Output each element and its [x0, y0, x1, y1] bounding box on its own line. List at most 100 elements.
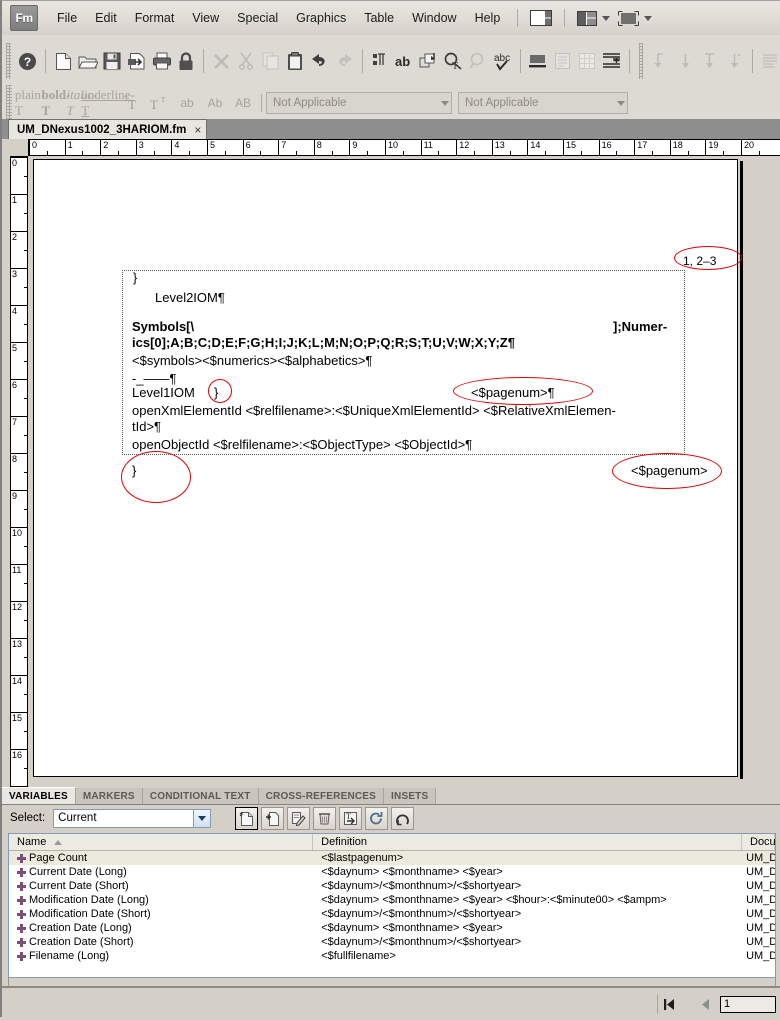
spellcheck-icon[interactable]: abc	[491, 47, 514, 76]
edit-variable-button[interactable]	[287, 806, 311, 830]
variables-table-body[interactable]: Page Count<$lastpagenum>UM_DNCurrent Dat…	[9, 851, 775, 963]
menu-view[interactable]: View	[183, 7, 228, 29]
titlecase-button[interactable]: Ab	[202, 92, 228, 114]
panel-tab-insets[interactable]: INSETS	[384, 788, 437, 804]
column-header-definition[interactable]: Definition	[313, 834, 742, 850]
menu-table[interactable]: Table	[355, 7, 403, 29]
first-page-icon[interactable]	[658, 994, 680, 1014]
undo-icon[interactable]	[308, 47, 331, 76]
chevron-down-icon-paragraph[interactable]	[441, 100, 449, 106]
view-mode-icon[interactable]	[618, 10, 653, 26]
paragraph-designer-icon[interactable]	[368, 47, 391, 76]
doc-line-ics-line[interactable]: ics[0];A;B;C;D;E;F;G;H;I;J;K;L;M;N;O;P;Q…	[132, 335, 515, 350]
print-icon[interactable]	[150, 47, 173, 76]
chevron-down-icon-character[interactable]	[617, 100, 625, 106]
text-frame[interactable]: } Level2IOM¶ Symbols[\ ];Numer-ics[0];A;B;C…	[121, 246, 742, 503]
panel-layout-icon[interactable]	[530, 10, 553, 26]
page-number-input[interactable]: 1	[720, 995, 776, 1013]
cut-scissors-icon[interactable]	[235, 47, 258, 76]
variable-icon[interactable]	[418, 47, 441, 76]
update-variable-button[interactable]	[365, 806, 389, 830]
doc-line-tid[interactable]: tId>¶	[132, 419, 161, 434]
open-folder-icon[interactable]	[77, 47, 100, 76]
text-frame-icon[interactable]	[551, 47, 574, 76]
variables-table[interactable]: Name Definition Docum Page Count <$lastpage…	[8, 833, 776, 978]
doc-line-brace-close2[interactable]: }	[132, 463, 136, 478]
chevron-down-icon-scope[interactable]	[193, 809, 211, 827]
document-tab[interactable]: UM_DNexus1002_3HARIOM.fm ×	[8, 119, 208, 139]
doc-line-pagenum-1[interactable]: <$pagenum>¶	[471, 385, 555, 400]
table-row[interactable]: Modification Date (Short) <$daynum>/<$mon…	[9, 907, 775, 921]
doc-line-openxml[interactable]: openXmlElementId <$relfilename>:<$Unique…	[132, 403, 616, 418]
subscript-button[interactable]: TT	[148, 92, 172, 114]
underline-text-button[interactable]: underline-T	[81, 87, 134, 118]
table-designer-icon[interactable]	[600, 47, 623, 76]
insert-down-1-icon[interactable]	[649, 47, 672, 76]
bold-text-button[interactable]: bold-T	[42, 87, 71, 118]
chevron-down-icon-2[interactable]	[644, 15, 653, 21]
doc-line-symbols-vars[interactable]: <$symbols><$numerics><$alphabetics>¶	[132, 353, 372, 368]
previous-page-icon[interactable]	[694, 994, 716, 1014]
scope-select[interactable]: Current	[53, 808, 212, 828]
insert-down-4-icon[interactable]	[723, 47, 746, 76]
column-header-name[interactable]: Name	[9, 834, 314, 850]
doc-line-symbols-head[interactable]: Symbols[\	[132, 319, 194, 334]
sort-ascending-icon[interactable]	[54, 839, 63, 845]
table-row[interactable]: Current Date (Long) <$daynum> <$monthname…	[9, 865, 775, 879]
vertical-scrollbar[interactable]	[762, 175, 772, 787]
menu-edit[interactable]: Edit	[86, 7, 126, 29]
character-designer-icon[interactable]: ab	[393, 47, 416, 76]
anchored-frame-icon[interactable]	[527, 47, 550, 76]
find-icon[interactable]	[467, 47, 490, 76]
import-icon[interactable]	[126, 47, 149, 76]
panel-tab-variables[interactable]: VARIABLES	[2, 787, 76, 804]
menu-special[interactable]: Special	[228, 7, 287, 29]
plain-text-button[interactable]: plain-T	[15, 87, 45, 118]
formatbar-grip[interactable]	[6, 85, 12, 121]
table-row[interactable]: Filename (Long) <$fullfilename> UM_DN	[9, 949, 775, 963]
paragraph-tag-select[interactable]: Not Applicable	[266, 92, 452, 114]
table-row[interactable]: Current Date (Short) <$daynum>/<$monthnum…	[9, 879, 775, 893]
close-icon[interactable]: ×	[194, 123, 201, 137]
character-tag-select[interactable]: Not Applicable	[458, 92, 628, 114]
menu-format[interactable]: Format	[126, 7, 184, 29]
uppercase-button[interactable]: AB	[230, 92, 256, 114]
menu-graphics[interactable]: Graphics	[287, 7, 355, 29]
menu-window[interactable]: Window	[403, 7, 465, 29]
superscript-button[interactable]: TT	[122, 92, 146, 114]
doc-line-pagenum-2[interactable]: <$pagenum>	[631, 463, 708, 478]
table-row[interactable]: Page Count <$lastpagenum> UM_DN	[9, 851, 775, 865]
doc-line-openobject[interactable]: openObjectId <$relfilename>:<$ObjectType…	[132, 437, 472, 452]
delete-variable-button[interactable]	[313, 806, 337, 830]
paste-clipboard-icon[interactable]	[284, 47, 307, 76]
doc-line-level2iom[interactable]: Level2IOM¶	[155, 290, 225, 305]
insert-table-icon[interactable]	[576, 47, 599, 76]
new-variable-button[interactable]	[235, 806, 259, 830]
toolbar-grip-2[interactable]	[638, 43, 644, 79]
toolbar-grip[interactable]	[6, 43, 11, 79]
doc-line-dashline[interactable]: -_——¶	[132, 371, 177, 386]
refresh-variable-button[interactable]	[391, 806, 415, 830]
column-header-docum[interactable]: Docum	[742, 834, 775, 850]
workspace-layout-icon[interactable]	[577, 10, 611, 26]
insert-down-3-icon[interactable]	[698, 47, 721, 76]
lock-icon[interactable]	[175, 47, 198, 76]
insert-variable-button[interactable]: T	[339, 806, 363, 830]
lowercase-button[interactable]: ab	[174, 92, 200, 114]
table-row[interactable]: Creation Date (Short) <$daynum>/<$monthnu…	[9, 935, 775, 949]
document-canvas[interactable]: } Level2IOM¶ Symbols[\ ];Numer-ics[0];A;B;C…	[29, 157, 772, 787]
panel-tab-cross-references[interactable]: CROSS-REFERENCES	[258, 788, 385, 804]
redo-icon[interactable]	[333, 47, 356, 76]
doc-line-brace-close1[interactable]: }	[214, 385, 218, 400]
document-page[interactable]: } Level2IOM¶ Symbols[\ ];Numer-ics[0];A;B;C…	[33, 159, 742, 777]
table-row[interactable]: Modification Date (Long) <$daynum> <$mont…	[9, 893, 775, 907]
doc-line-level1iom[interactable]: Level1IOM	[132, 385, 195, 400]
menu-help[interactable]: Help	[466, 7, 510, 29]
horizontal-ruler[interactable]: 0 1 2 3 4 5 6 7 8 9 10 11 12 13 14 15 16 17 18 19 20	[28, 139, 780, 156]
panel-tab-markers[interactable]: MARKERS	[75, 788, 143, 804]
doc-line-numer-right[interactable]: ];Numer-	[613, 319, 667, 334]
menu-file[interactable]: File	[48, 7, 86, 29]
paragraph-align-icon[interactable]	[758, 47, 780, 76]
save-icon[interactable]	[101, 47, 124, 76]
doc-line-brace-open[interactable]: }	[133, 271, 137, 285]
